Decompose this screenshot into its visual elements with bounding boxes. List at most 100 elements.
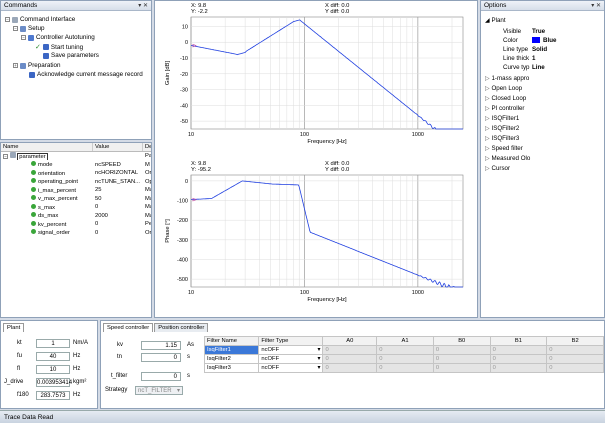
- param-value[interactable]: 0: [93, 230, 143, 236]
- filter-row[interactable]: IsqFilter1 ncOFF ▾ 0 0 0 0 0: [203, 345, 604, 355]
- param-description: Ma: [145, 195, 151, 202]
- option-property-value[interactable]: Line: [532, 64, 545, 71]
- tree-node-start-tuning[interactable]: ✓ Start tuning: [35, 43, 83, 52]
- tree-node-command-interface[interactable]: − Command Interface: [5, 16, 75, 23]
- table-row[interactable]: i_max_percent 25Ma: [1, 186, 151, 195]
- collapse-icon[interactable]: −: [5, 17, 10, 22]
- table-row[interactable]: − parameter Pa: [1, 152, 151, 161]
- tree-node-controller-autotuning[interactable]: − Controller Autotuning: [21, 34, 95, 41]
- option-item[interactable]: ▷ Closed Loop: [485, 95, 526, 102]
- filter-coefficient-cell: 0: [322, 345, 378, 355]
- option-item[interactable]: ▷ ISQFilter2: [485, 125, 519, 132]
- option-property-value[interactable]: Solid: [532, 46, 547, 53]
- option-item[interactable]: ▷ PI controller: [485, 105, 525, 112]
- param-value[interactable]: ncSPEED: [93, 162, 143, 168]
- option-property-value[interactable]: Blue: [532, 37, 556, 44]
- plant-field-input[interactable]: 1: [36, 339, 70, 348]
- option-item[interactable]: ▷ Speed filter: [485, 145, 523, 152]
- tn-input[interactable]: 0: [141, 353, 181, 362]
- table-row[interactable]: signal_order 0 On: [1, 229, 151, 238]
- filter-name-cell[interactable]: IsqFilter2: [203, 354, 260, 364]
- plant-field-input[interactable]: 40: [36, 352, 70, 361]
- filter-type-dropdown[interactable]: ncOFF ▾: [258, 363, 324, 373]
- filter-column-header[interactable]: Filter Type: [258, 336, 324, 346]
- option-plant[interactable]: ◢ Plant: [485, 17, 506, 24]
- filter-row[interactable]: IsqFilter3 ncOFF ▾ 0 0 0 0 0: [203, 363, 604, 373]
- cursor-marker-icon[interactable]: ⊳: [192, 43, 197, 49]
- param-value[interactable]: 0: [93, 221, 143, 227]
- option-property-value[interactable]: True: [532, 28, 545, 35]
- strategy-dropdown[interactable]: ncT_FILTER ▾: [135, 386, 183, 395]
- cursor-marker-icon[interactable]: ⊳: [192, 198, 197, 204]
- column-header-name[interactable]: Name: [1, 143, 93, 151]
- param-description: Ori: [145, 170, 152, 177]
- tab-speed-controller[interactable]: Speed controller: [103, 323, 154, 332]
- tree-node-save-parameters[interactable]: Save parameters: [43, 52, 99, 59]
- column-header-value[interactable]: Value: [93, 143, 143, 151]
- status-dot-icon: [31, 178, 36, 184]
- option-item[interactable]: ▷ Cursor: [485, 165, 510, 172]
- option-item[interactable]: ▷ ISQFilter3: [485, 135, 519, 142]
- filter-column-header[interactable]: B0: [432, 336, 491, 346]
- param-value[interactable]: 2000: [93, 213, 143, 219]
- filter-name-cell[interactable]: IsqFilter3: [203, 363, 260, 373]
- tree-node-setup[interactable]: − Setup: [13, 25, 44, 32]
- param-name: i_max_percent: [38, 187, 77, 194]
- filter-name-cell[interactable]: IsqFilter1: [203, 345, 260, 355]
- table-row[interactable]: v_max_percent 50Ma: [1, 195, 151, 204]
- option-property-name: Color: [503, 37, 518, 44]
- plant-field-input[interactable]: 283.7573: [36, 391, 70, 400]
- option-item[interactable]: ▷ 1-mass appro: [485, 75, 529, 82]
- bode-plots[interactable]: 100-10-20-30-40-5010 100 1000Frequency [Hz…: [155, 1, 477, 317]
- plant-field-input[interactable]: 10: [36, 365, 70, 374]
- table-row[interactable]: ds_max 2000Ma: [1, 212, 151, 221]
- param-value[interactable]: 0: [93, 204, 143, 210]
- panel-controls-icon[interactable]: ▾ ✕: [138, 2, 148, 9]
- filter-column-header[interactable]: Filter Name: [203, 336, 260, 346]
- column-header-description[interactable]: De: [143, 143, 151, 151]
- filter-column-header[interactable]: A1: [376, 336, 434, 346]
- table-row[interactable]: kv_percent 0Per: [1, 220, 151, 229]
- tab-position-controller[interactable]: Position controller: [154, 323, 209, 332]
- tab-plant[interactable]: Plant: [3, 323, 25, 332]
- option-item[interactable]: ▷ Open Loop: [485, 85, 522, 92]
- param-value[interactable]: ncTUNE_STAN...: [93, 179, 143, 185]
- options-title-bar: Options ▾ ✕: [481, 1, 604, 11]
- collapse-icon[interactable]: −: [21, 35, 26, 40]
- kv-input[interactable]: 1.15: [141, 341, 181, 350]
- param-value[interactable]: 25: [93, 187, 143, 193]
- option-property-value[interactable]: 1: [532, 55, 535, 62]
- chevron-down-icon: ▾: [176, 388, 180, 394]
- param-name-cell: v_max_percent: [1, 195, 93, 202]
- param-value[interactable]: 50: [93, 196, 143, 202]
- table-row[interactable]: operating_point ncTUNE_STAN... Op: [1, 178, 151, 187]
- option-item-label: ISQFilter2: [491, 125, 520, 132]
- plant-field-input[interactable]: 0.003953414: [36, 378, 72, 387]
- filter-column-header[interactable]: B2: [546, 336, 604, 346]
- filter-column-header[interactable]: A0: [322, 336, 378, 346]
- filter-type-dropdown[interactable]: ncOFF ▾: [258, 345, 324, 355]
- filter-row[interactable]: IsqFilter2 ncOFF ▾ 0 0 0 0 0: [203, 354, 604, 364]
- t-filter-input[interactable]: 0: [141, 372, 181, 381]
- table-row[interactable]: mode ncSPEED M: [1, 161, 151, 170]
- y-axis-label: Gain [dB]: [165, 61, 171, 86]
- controller-panel: Speed controller Position controller kv …: [100, 320, 605, 409]
- option-item[interactable]: ▷ Measured Olo: [485, 155, 530, 162]
- kv-label: kv: [117, 342, 123, 348]
- color-swatch: [532, 37, 540, 44]
- x-tick-label: 100: [300, 132, 309, 138]
- panel-controls-icon[interactable]: ▾ ✕: [591, 2, 601, 9]
- expand-icon[interactable]: +: [13, 63, 18, 68]
- option-item[interactable]: ▷ ISQFilter1: [485, 115, 519, 122]
- table-row[interactable]: orientation ncHORIZONTAL Ori: [1, 169, 152, 178]
- tree-node-acknowledge[interactable]: Acknowledge current message record: [29, 71, 143, 78]
- filter-type-dropdown[interactable]: ncOFF ▾: [258, 354, 324, 364]
- param-value[interactable]: ncHORIZONTAL: [93, 170, 143, 176]
- filter-column-header[interactable]: B1: [489, 336, 548, 346]
- tree-node-preparation[interactable]: + Preparation: [13, 62, 61, 69]
- param-name: mode: [38, 162, 53, 169]
- collapse-icon[interactable]: −: [3, 154, 8, 160]
- status-text: Trace Data Read: [4, 414, 54, 421]
- table-row[interactable]: s_max 0Ma: [1, 203, 151, 212]
- collapse-icon[interactable]: −: [13, 26, 18, 31]
